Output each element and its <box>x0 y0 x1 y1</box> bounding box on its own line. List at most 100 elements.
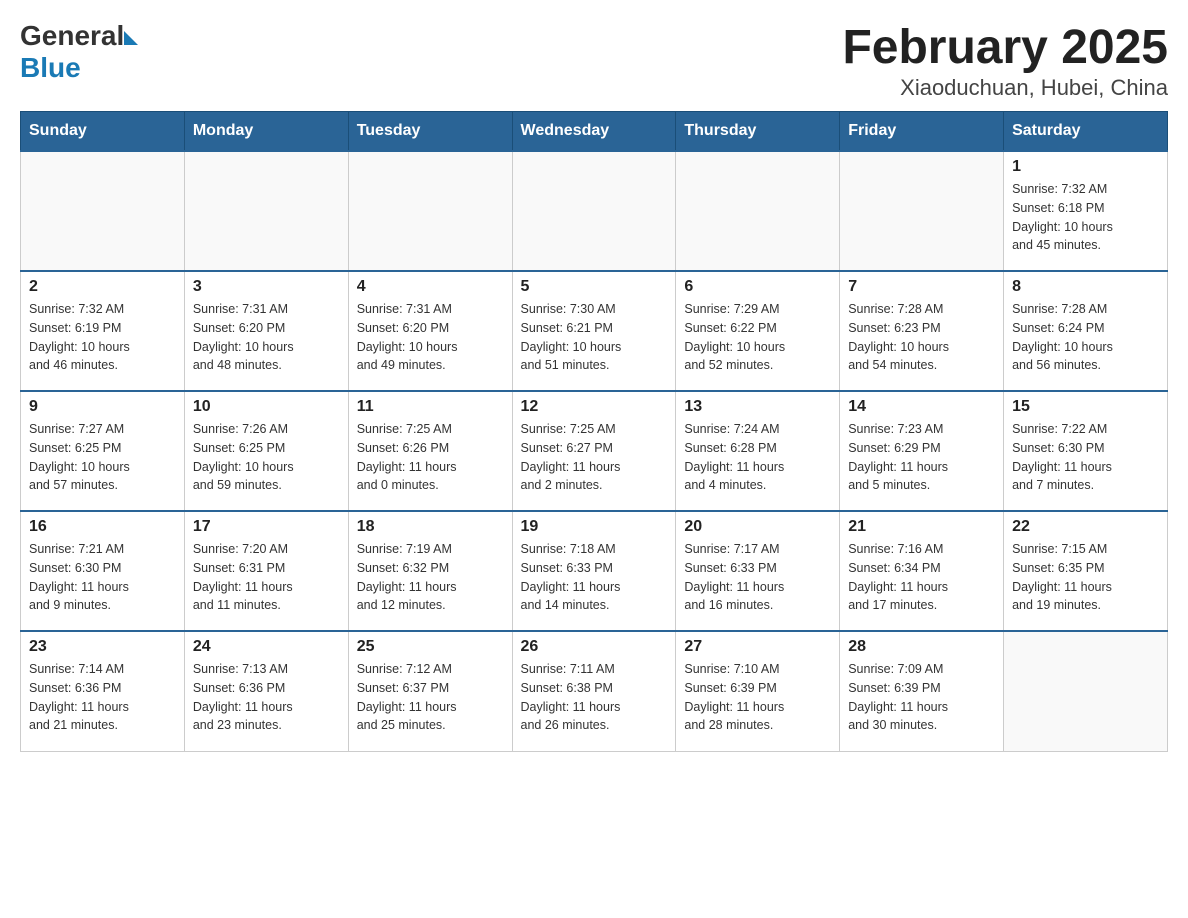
day-cell-w2-d2: 3 Sunrise: 7:31 AMSunset: 6:20 PMDaylight… <box>184 271 348 391</box>
col-monday: Monday <box>184 112 348 152</box>
day-number: 26 <box>521 638 668 656</box>
day-cell-w5-d7 <box>1004 631 1168 751</box>
day-cell-w5-d3: 25 Sunrise: 7:12 AMSunset: 6:37 PMDayligh… <box>348 631 512 751</box>
day-cell-w4-d1: 16 Sunrise: 7:21 AMSunset: 6:30 PMDayligh… <box>21 511 185 631</box>
day-number: 4 <box>357 278 504 296</box>
day-info: Sunrise: 7:21 AMSunset: 6:30 PMDaylight:… <box>29 540 176 615</box>
day-info: Sunrise: 7:09 AMSunset: 6:39 PMDaylight:… <box>848 660 995 735</box>
day-cell-w4-d4: 19 Sunrise: 7:18 AMSunset: 6:33 PMDayligh… <box>512 511 676 631</box>
col-friday: Friday <box>840 112 1004 152</box>
day-cell-w3-d1: 9 Sunrise: 7:27 AMSunset: 6:25 PMDaylight… <box>21 391 185 511</box>
day-info: Sunrise: 7:23 AMSunset: 6:29 PMDaylight:… <box>848 420 995 495</box>
day-cell-w2-d3: 4 Sunrise: 7:31 AMSunset: 6:20 PMDaylight… <box>348 271 512 391</box>
logo: General Blue <box>20 20 138 84</box>
calendar-table: Sunday Monday Tuesday Wednesday Thursday… <box>20 111 1168 752</box>
day-cell-w5-d4: 26 Sunrise: 7:11 AMSunset: 6:38 PMDayligh… <box>512 631 676 751</box>
day-number: 8 <box>1012 278 1159 296</box>
day-info: Sunrise: 7:16 AMSunset: 6:34 PMDaylight:… <box>848 540 995 615</box>
day-info: Sunrise: 7:26 AMSunset: 6:25 PMDaylight:… <box>193 420 340 495</box>
day-number: 27 <box>684 638 831 656</box>
day-cell-w3-d6: 14 Sunrise: 7:23 AMSunset: 6:29 PMDayligh… <box>840 391 1004 511</box>
day-cell-w1-d6 <box>840 151 1004 271</box>
day-cell-w1-d4 <box>512 151 676 271</box>
week-row-2: 2Sunrise: 7:32 AMSunset: 6:19 PMDaylight… <box>21 271 1168 391</box>
day-info: Sunrise: 7:18 AMSunset: 6:33 PMDaylight:… <box>521 540 668 615</box>
day-info: Sunrise: 7:10 AMSunset: 6:39 PMDaylight:… <box>684 660 831 735</box>
page-header: General Blue February 2025 Xiaoduchuan, … <box>20 20 1168 101</box>
day-number: 6 <box>684 278 831 296</box>
col-sunday: Sunday <box>21 112 185 152</box>
day-number: 13 <box>684 398 831 416</box>
day-info: Sunrise: 7:14 AMSunset: 6:36 PMDaylight:… <box>29 660 176 735</box>
day-number: 7 <box>848 278 995 296</box>
day-cell-w5-d5: 27 Sunrise: 7:10 AMSunset: 6:39 PMDayligh… <box>676 631 840 751</box>
day-number: 24 <box>193 638 340 656</box>
day-info: Sunrise: 7:32 AMSunset: 6:18 PMDaylight:… <box>1012 180 1159 255</box>
day-cell-w5-d2: 24 Sunrise: 7:13 AMSunset: 6:36 PMDayligh… <box>184 631 348 751</box>
calendar-title-block: February 2025 Xiaoduchuan, Hubei, China <box>842 20 1168 101</box>
day-cell-w2-d7: 8 Sunrise: 7:28 AMSunset: 6:24 PMDaylight… <box>1004 271 1168 391</box>
week-row-4: 16 Sunrise: 7:21 AMSunset: 6:30 PMDayligh… <box>21 511 1168 631</box>
calendar-location: Xiaoduchuan, Hubei, China <box>842 75 1168 101</box>
day-cell-w4-d5: 20 Sunrise: 7:17 AMSunset: 6:33 PMDayligh… <box>676 511 840 631</box>
logo-blue-text: Blue <box>20 52 138 84</box>
day-number: 3 <box>193 278 340 296</box>
day-info: Sunrise: 7:17 AMSunset: 6:33 PMDaylight:… <box>684 540 831 615</box>
day-info: Sunrise: 7:13 AMSunset: 6:36 PMDaylight:… <box>193 660 340 735</box>
calendar-month-year: February 2025 <box>842 20 1168 75</box>
day-info: Sunrise: 7:19 AMSunset: 6:32 PMDaylight:… <box>357 540 504 615</box>
day-cell-w3-d2: 10 Sunrise: 7:26 AMSunset: 6:25 PMDayligh… <box>184 391 348 511</box>
day-info: Sunrise: 7:11 AMSunset: 6:38 PMDaylight:… <box>521 660 668 735</box>
day-cell-w1-d7: 1Sunrise: 7:32 AMSunset: 6:18 PMDaylight… <box>1004 151 1168 271</box>
day-number: 23 <box>29 638 176 656</box>
day-cell-w1-d2 <box>184 151 348 271</box>
day-info: Sunrise: 7:28 AMSunset: 6:24 PMDaylight:… <box>1012 300 1159 375</box>
day-number: 20 <box>684 518 831 536</box>
week-row-1: 1Sunrise: 7:32 AMSunset: 6:18 PMDaylight… <box>21 151 1168 271</box>
day-number: 9 <box>29 398 176 416</box>
day-number: 17 <box>193 518 340 536</box>
day-cell-w1-d5 <box>676 151 840 271</box>
day-number: 15 <box>1012 398 1159 416</box>
day-number: 19 <box>521 518 668 536</box>
day-number: 14 <box>848 398 995 416</box>
day-number: 2 <box>29 278 176 296</box>
day-cell-w2-d1: 2Sunrise: 7:32 AMSunset: 6:19 PMDaylight… <box>21 271 185 391</box>
day-info: Sunrise: 7:31 AMSunset: 6:20 PMDaylight:… <box>193 300 340 375</box>
calendar-header-row: Sunday Monday Tuesday Wednesday Thursday… <box>21 112 1168 152</box>
day-cell-w4-d2: 17 Sunrise: 7:20 AMSunset: 6:31 PMDayligh… <box>184 511 348 631</box>
day-cell-w4-d3: 18 Sunrise: 7:19 AMSunset: 6:32 PMDayligh… <box>348 511 512 631</box>
day-info: Sunrise: 7:25 AMSunset: 6:27 PMDaylight:… <box>521 420 668 495</box>
day-number: 10 <box>193 398 340 416</box>
day-info: Sunrise: 7:24 AMSunset: 6:28 PMDaylight:… <box>684 420 831 495</box>
day-cell-w5-d6: 28 Sunrise: 7:09 AMSunset: 6:39 PMDayligh… <box>840 631 1004 751</box>
day-cell-w2-d6: 7Sunrise: 7:28 AMSunset: 6:23 PMDaylight… <box>840 271 1004 391</box>
day-info: Sunrise: 7:20 AMSunset: 6:31 PMDaylight:… <box>193 540 340 615</box>
day-info: Sunrise: 7:15 AMSunset: 6:35 PMDaylight:… <box>1012 540 1159 615</box>
logo-general-text: General <box>20 20 124 52</box>
day-info: Sunrise: 7:31 AMSunset: 6:20 PMDaylight:… <box>357 300 504 375</box>
day-cell-w1-d3 <box>348 151 512 271</box>
day-number: 18 <box>357 518 504 536</box>
day-number: 22 <box>1012 518 1159 536</box>
day-number: 11 <box>357 398 504 416</box>
day-number: 25 <box>357 638 504 656</box>
week-row-5: 23 Sunrise: 7:14 AMSunset: 6:36 PMDayligh… <box>21 631 1168 751</box>
day-info: Sunrise: 7:27 AMSunset: 6:25 PMDaylight:… <box>29 420 176 495</box>
day-number: 16 <box>29 518 176 536</box>
day-info: Sunrise: 7:29 AMSunset: 6:22 PMDaylight:… <box>684 300 831 375</box>
day-number: 5 <box>521 278 668 296</box>
logo-arrow-icon <box>124 31 138 45</box>
day-number: 28 <box>848 638 995 656</box>
day-cell-w2-d4: 5Sunrise: 7:30 AMSunset: 6:21 PMDaylight… <box>512 271 676 391</box>
day-cell-w3-d3: 11Sunrise: 7:25 AMSunset: 6:26 PMDayligh… <box>348 391 512 511</box>
day-cell-w3-d5: 13 Sunrise: 7:24 AMSunset: 6:28 PMDayligh… <box>676 391 840 511</box>
day-info: Sunrise: 7:12 AMSunset: 6:37 PMDaylight:… <box>357 660 504 735</box>
day-cell-w1-d1 <box>21 151 185 271</box>
col-saturday: Saturday <box>1004 112 1168 152</box>
day-cell-w3-d4: 12Sunrise: 7:25 AMSunset: 6:27 PMDayligh… <box>512 391 676 511</box>
col-tuesday: Tuesday <box>348 112 512 152</box>
col-thursday: Thursday <box>676 112 840 152</box>
day-number: 21 <box>848 518 995 536</box>
day-cell-w5-d1: 23 Sunrise: 7:14 AMSunset: 6:36 PMDayligh… <box>21 631 185 751</box>
